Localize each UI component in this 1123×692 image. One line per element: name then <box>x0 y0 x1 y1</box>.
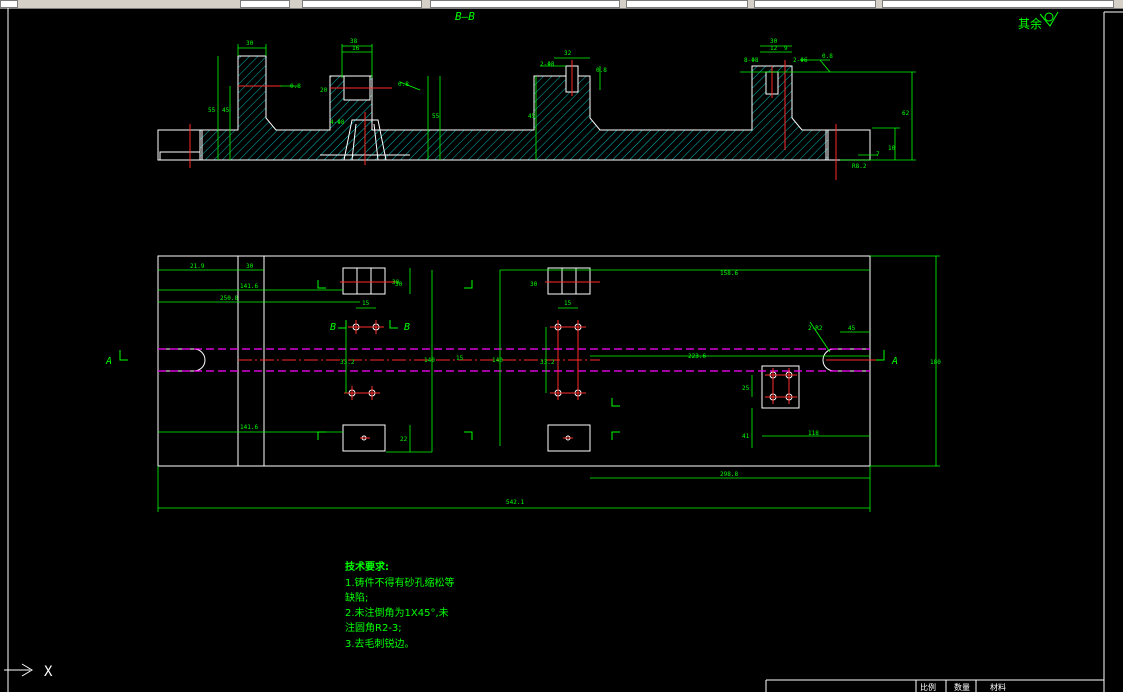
left-flange <box>157 129 203 161</box>
dim-text: 8-Φ8 <box>744 57 759 64</box>
notes-line: 1.铸件不得有砂孔缩松等 <box>345 576 455 589</box>
dim-text: 180 <box>930 359 941 366</box>
notes-line: 缺陷; <box>345 591 368 604</box>
dim-text: 25 <box>742 385 750 392</box>
dim-text: 141.6 <box>240 424 258 431</box>
right-flange <box>825 129 871 161</box>
toolbar-field-3[interactable] <box>302 0 422 8</box>
dim-text: 2-Φ8 <box>540 61 555 68</box>
dim-text: 45 <box>528 113 536 120</box>
dim-text: 32 <box>564 50 572 57</box>
dim-text: 38 <box>350 38 358 45</box>
section-marker-b-right: B <box>404 322 410 333</box>
dim-text: 10 <box>888 145 896 152</box>
section-centerlines <box>189 60 837 180</box>
pad-5 <box>761 365 800 409</box>
dim-text: 7 <box>876 151 880 158</box>
overall-length-text: 542.1 <box>506 499 524 506</box>
section-marker-a-right: A <box>891 356 898 367</box>
dim-text: 118 <box>808 430 819 437</box>
dim-text: 30 <box>530 281 538 288</box>
holes <box>348 323 793 441</box>
toolbar-field-7[interactable] <box>882 0 1114 8</box>
title-cell-qty: 数量 <box>954 682 970 692</box>
section-body <box>199 55 829 161</box>
notes-line: 3.去毛刺锐边。 <box>345 637 415 650</box>
dim-text: 16 <box>352 45 360 52</box>
roughness-symbol-icon <box>1039 11 1059 27</box>
dim-text: 2-R2 <box>808 325 823 332</box>
dim-text: 2-Φ6 <box>793 57 808 64</box>
plan-centerlines <box>238 281 880 439</box>
dim-text: 15 <box>564 300 572 307</box>
dim-text: 0.8 <box>596 67 607 74</box>
dim-text: 33.2 <box>540 359 555 366</box>
dim-text: 15 <box>362 300 370 307</box>
technical-notes: 技术要求: 1.铸件不得有砂孔缩松等 缺陷; 2.未注倒角为1X45°,未 注圆… <box>345 560 455 650</box>
dim-text: 4-Φ8 <box>330 119 345 126</box>
left-flange-step <box>159 151 201 161</box>
dim-text: 55 <box>208 107 216 114</box>
dim-text: 140 <box>424 357 435 364</box>
dim-text: 0.8 <box>398 81 409 88</box>
title-cell-scale: 比例 <box>920 682 936 692</box>
dim-text: 0.8 <box>290 83 301 90</box>
dim-text: 158.6 <box>720 270 738 277</box>
base-plate-outline <box>157 255 871 467</box>
dim-text: 45 <box>222 107 230 114</box>
dim-text: 15 <box>456 355 464 362</box>
plan-view: 21.9 30 141.6 250.8 141.6 30 30 15 15 14… <box>105 255 941 512</box>
dim-text: 140 <box>492 357 503 364</box>
dim-text: 30 <box>246 40 254 47</box>
dim-text: 20 <box>320 87 328 94</box>
left-slot <box>158 348 206 372</box>
section-marker-b-left: B <box>330 322 336 333</box>
dim-text: 30 <box>392 279 400 286</box>
notes-line: 注圆角R2-3; <box>345 621 402 634</box>
dim-text: 141.6 <box>240 283 258 290</box>
section-title: B–B <box>455 10 475 23</box>
dim-text: 55 <box>432 113 440 120</box>
title-block-labels: 比例 数量 材料 <box>920 682 1006 692</box>
dim-text: 30 <box>770 38 778 45</box>
dim-text: 33.2 <box>340 359 355 366</box>
ucs-x-label: X <box>44 664 53 680</box>
dim-text: 9 <box>784 45 788 52</box>
dim-text: 45 <box>848 325 856 332</box>
toolbar-field-6[interactable] <box>754 0 876 8</box>
dim-text: R8.2 <box>852 163 867 170</box>
dim-text: 0.8 <box>822 53 833 60</box>
pad-1 <box>342 267 386 295</box>
title-cell-material: 材料 <box>990 682 1006 692</box>
dim-text: 223.6 <box>688 353 706 360</box>
dim-text: 21.9 <box>190 263 205 270</box>
toolbar-field-4[interactable] <box>430 0 620 8</box>
section-marker-a-left: A <box>105 356 112 367</box>
notes-heading: 技术要求: <box>345 560 389 573</box>
dim-text: 30 <box>246 263 254 270</box>
dim-text: 41 <box>742 433 750 440</box>
dim-text: 250.8 <box>220 295 238 302</box>
drawing-canvas[interactable]: B–B 其余 30 38 32 30 16 12 9 0.8 62 55 45 … <box>0 8 1123 692</box>
pad-2 <box>547 267 591 295</box>
section-view: 30 38 32 30 16 12 9 0.8 62 55 45 20 45 5… <box>157 38 916 180</box>
toolbar-field-1[interactable] <box>0 0 18 8</box>
toolbar-field-5[interactable] <box>626 0 748 8</box>
toolbar-field-2[interactable] <box>240 0 290 8</box>
notes-line: 2.未注倒角为1X45°,未 <box>345 606 449 619</box>
dim-text: 298.8 <box>720 471 738 478</box>
roughness-circle-icon <box>1044 12 1054 22</box>
dim-text: 12 <box>770 45 778 52</box>
dim-text: 62 <box>902 110 910 117</box>
roughness-note: 其余 <box>1018 16 1042 31</box>
dim-text: 22 <box>400 436 408 443</box>
plan-dimension-texts: 21.9 30 141.6 250.8 141.6 30 30 15 15 14… <box>190 263 941 506</box>
